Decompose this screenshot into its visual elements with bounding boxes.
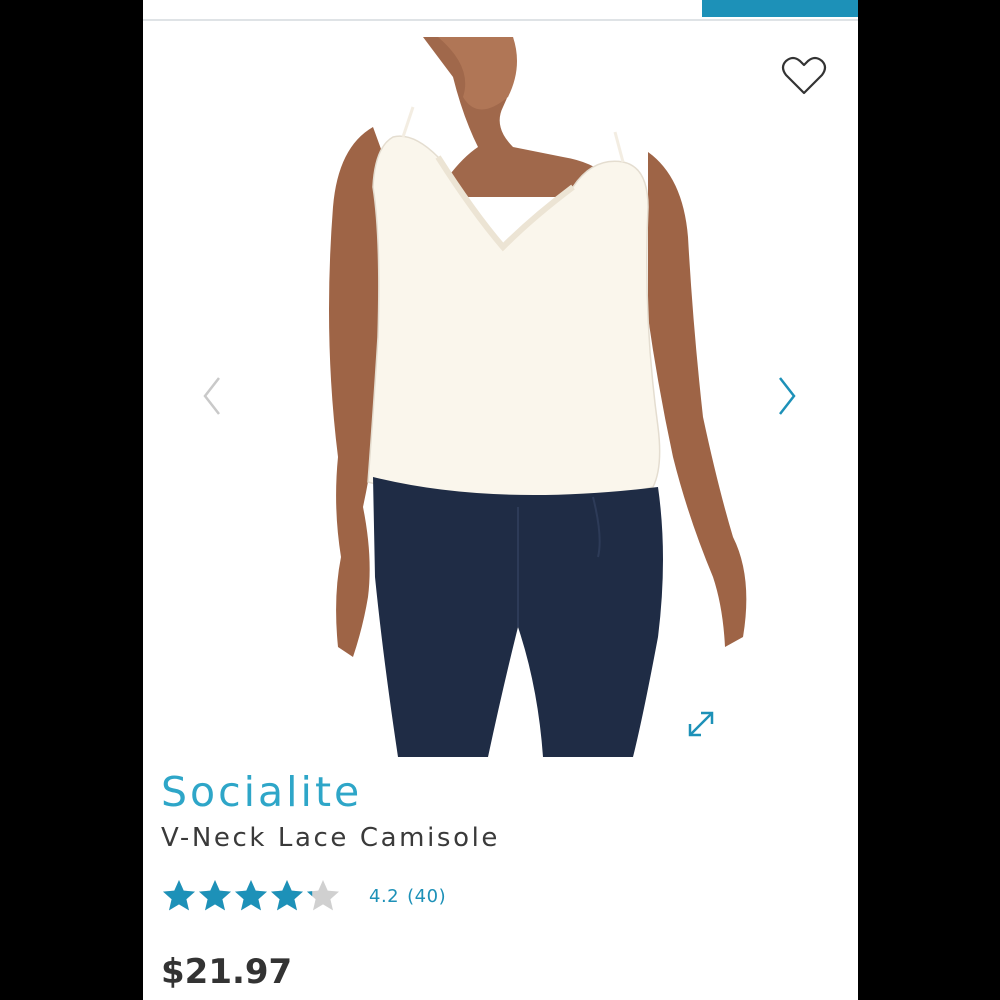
heart-outline-icon[interactable]: [780, 53, 828, 97]
top-tab-bar: [143, 0, 858, 21]
product-photo: [329, 37, 747, 757]
rating-summary[interactable]: 4.2 (40): [369, 886, 454, 907]
star-icon: [307, 880, 339, 911]
chevron-left-icon[interactable]: [193, 366, 233, 426]
product-name: V-Neck Lace Camisole: [161, 823, 500, 853]
star-icon: [271, 880, 303, 911]
product-page: Socialite V-Neck Lace Camisole 4.2 (40) $…: [143, 0, 858, 1000]
star-icon: [163, 880, 195, 911]
product-image-gallery[interactable]: [143, 21, 858, 757]
rating-count: (40): [407, 885, 447, 907]
brand-name[interactable]: Socialite: [161, 772, 362, 813]
rating-value: 4.2: [369, 885, 400, 907]
product-rating[interactable]: 4.2 (40): [161, 876, 454, 916]
star-icon: [235, 880, 267, 911]
chevron-right-icon[interactable]: [768, 366, 808, 426]
star-icon: [199, 880, 231, 911]
star-rating: [161, 878, 341, 914]
expand-arrows-icon[interactable]: [683, 706, 719, 742]
active-tab-indicator[interactable]: [702, 0, 858, 17]
product-price: $21.97: [161, 952, 293, 992]
